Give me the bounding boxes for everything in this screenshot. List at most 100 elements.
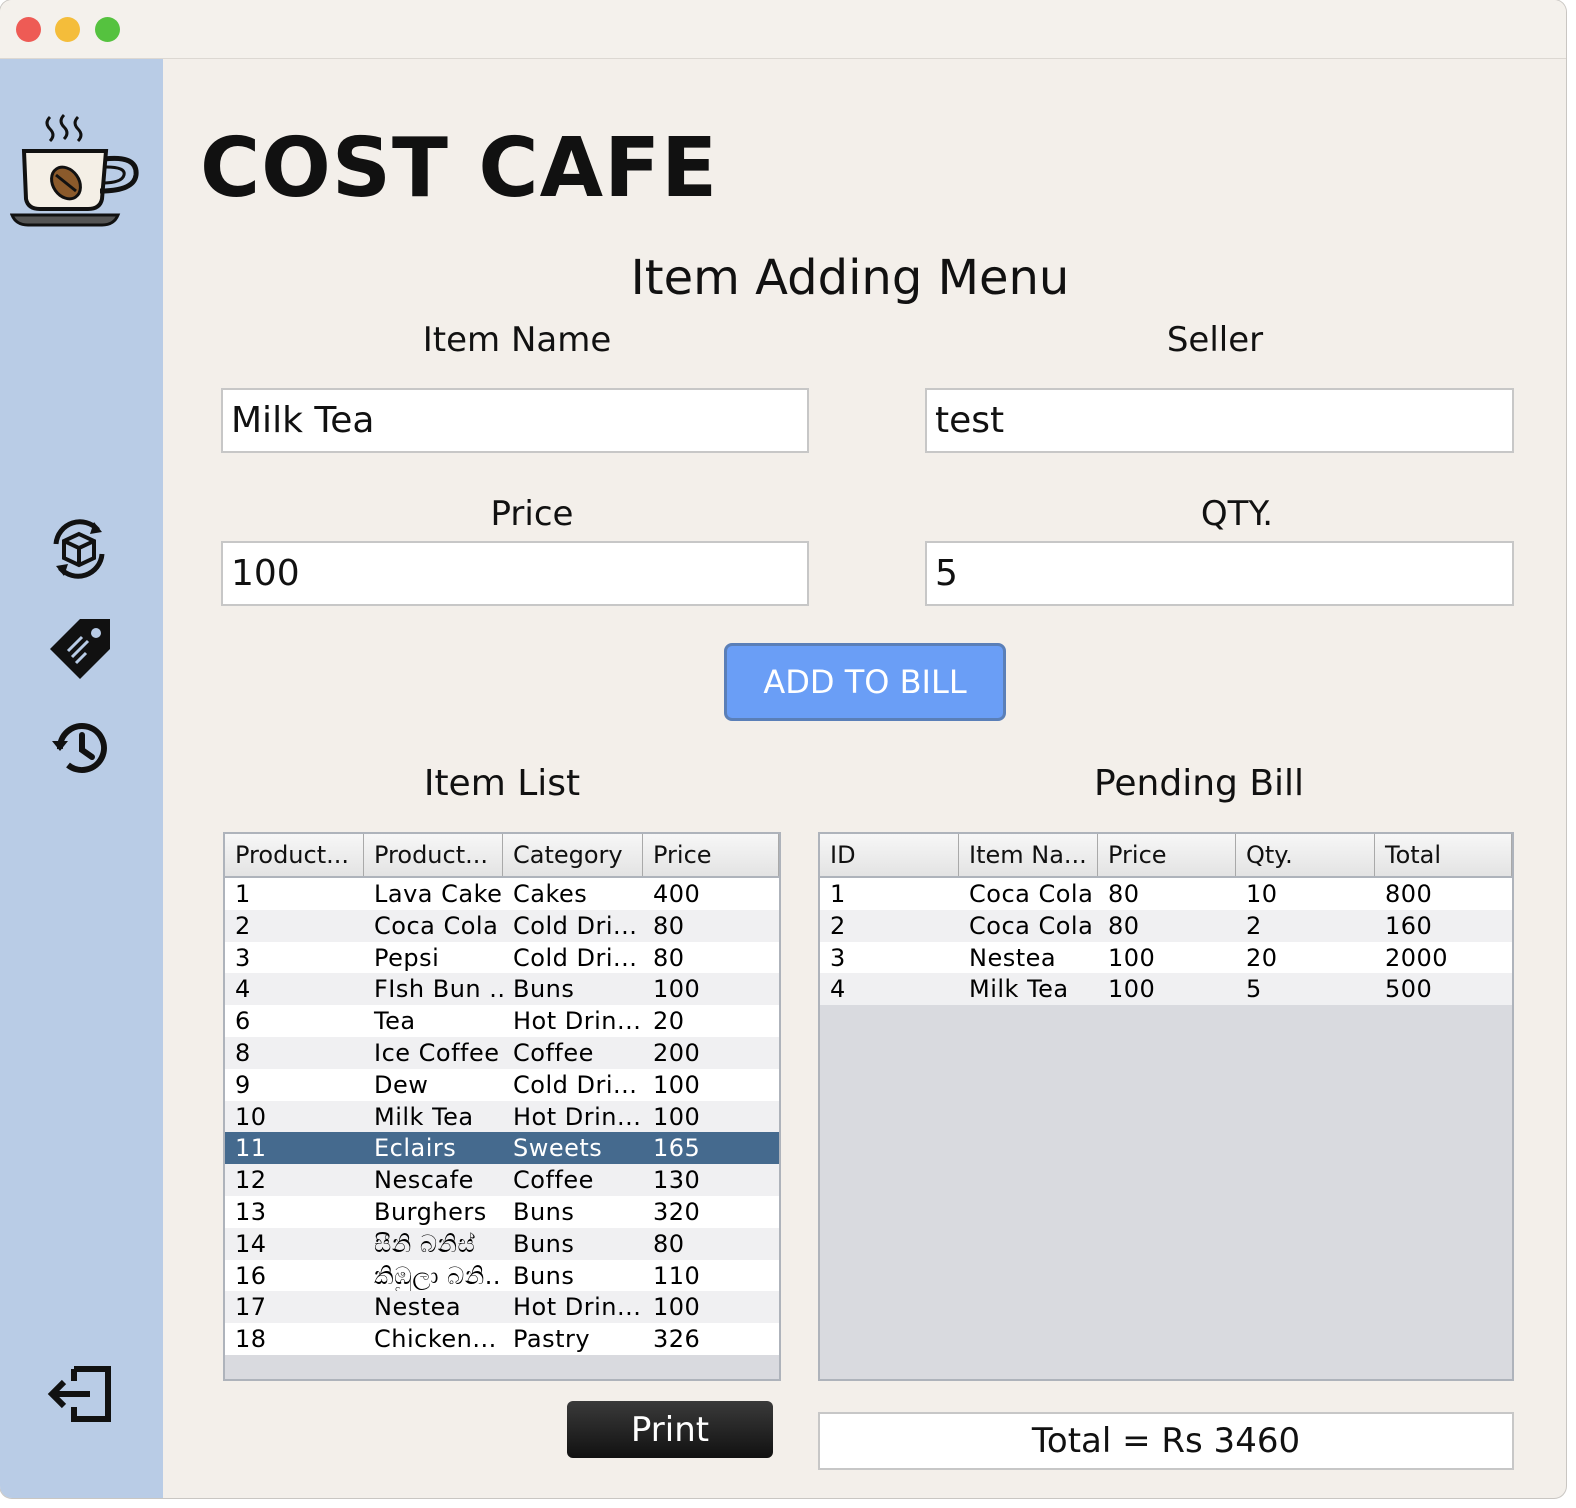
price-label: Price [490, 494, 574, 534]
table-cell: 400 [653, 880, 701, 908]
table-row[interactable]: 2 Coca Cola Cold Dri... 80 [225, 909, 779, 942]
table-cell: Chicken... [374, 1325, 497, 1354]
table-cell: 200 [653, 1038, 701, 1067]
table-cell: 1 [830, 880, 846, 908]
table-row[interactable]: 18 Chicken... Pastry 326 [225, 1323, 779, 1355]
close-window-button[interactable] [16, 17, 41, 42]
table-row[interactable]: 8 Ice Coffee Coffee 200 [225, 1036, 779, 1069]
table-cell: 5 [1246, 975, 1262, 1004]
table-cell: 80 [1108, 911, 1140, 940]
column-header[interactable]: Total [1375, 834, 1512, 876]
table-cell: Buns [513, 1261, 575, 1290]
minimize-window-button[interactable] [55, 17, 80, 42]
table-row[interactable]: 9 Dew Cold Dri... 100 [225, 1068, 779, 1101]
sidebar [0, 59, 163, 1498]
table-cell: Ice Coffee [374, 1038, 500, 1067]
app-window: COST CAFE Item Adding Menu Item Name Sel… [0, 0, 1566, 1498]
table-cell: 80 [653, 911, 685, 940]
table-cell: 3 [235, 943, 251, 972]
table-cell: Eclairs [374, 1134, 457, 1163]
column-header[interactable]: Product... [225, 834, 364, 876]
table-cell: Nescafe [374, 1166, 474, 1195]
table-cell: 4 [235, 975, 251, 1004]
table-cell: 2000 [1385, 943, 1449, 972]
column-header[interactable]: ID [820, 834, 959, 876]
table-row[interactable]: 16 කිඹුලා බනි... Buns 110 [225, 1259, 779, 1292]
table-row[interactable]: 4 FIsh Bun ... Buns 100 [225, 973, 779, 1006]
table-cell: 160 [1385, 911, 1433, 940]
table-cell: 130 [653, 1166, 701, 1195]
table-cell: Coca Cola [969, 911, 1094, 940]
column-header[interactable]: Qty. [1236, 834, 1375, 876]
table-cell: 2 [1246, 911, 1262, 940]
table-row[interactable]: 13 Burghers Buns 320 [225, 1195, 779, 1228]
print-button[interactable]: Print [567, 1401, 773, 1458]
table-cell: 17 [235, 1293, 267, 1322]
item-list-body: 1 Lava Cake Cakes 400 2 Coca Cola Cold Dri... 8… [225, 878, 779, 1355]
column-header[interactable]: Price [1098, 834, 1236, 876]
table-row[interactable]: 6 Tea Hot Drin... 20 [225, 1005, 779, 1037]
coffee-cup-logo-icon [10, 113, 139, 227]
table-cell: Lava Cake [374, 880, 503, 908]
table-cell: 100 [653, 975, 701, 1004]
table-cell: Coca Cola [374, 911, 499, 940]
column-header[interactable]: Category [503, 834, 643, 876]
table-cell: 16 [235, 1261, 267, 1290]
table-row[interactable]: 1 Coca Cola 80 10 800 [820, 878, 1512, 910]
package-refresh-icon[interactable] [46, 516, 112, 582]
table-row[interactable]: 1 Lava Cake Cakes 400 [225, 878, 779, 910]
table-cell: Hot Drin... [513, 1007, 642, 1036]
table-cell: Cold Dri... [513, 911, 638, 940]
table-cell: 4 [830, 975, 846, 1004]
bill-total: Total = Rs 3460 [818, 1412, 1514, 1470]
logout-icon[interactable] [46, 1365, 114, 1423]
seller-input[interactable] [925, 388, 1514, 453]
table-row[interactable]: 11 Eclairs Sweets 165 [225, 1132, 779, 1165]
price-input[interactable] [221, 541, 809, 606]
table-row[interactable]: 17 Nestea Hot Drin... 100 [225, 1291, 779, 1324]
table-row[interactable]: 3 Nestea 100 20 2000 [820, 941, 1512, 974]
pending-bill-body: 1 Coca Cola 80 10 800 2 Coca Cola 80 2 160 3 Nestea… [820, 878, 1512, 1006]
item-list-table[interactable]: Product... Product... Category Price 1 La… [223, 832, 781, 1381]
seller-label: Seller [1166, 320, 1264, 360]
item-name-input[interactable] [221, 388, 809, 453]
table-row[interactable]: 2 Coca Cola 80 2 160 [820, 909, 1512, 942]
table-cell: Milk Tea [374, 1102, 474, 1131]
table-cell: Milk Tea [969, 975, 1069, 1004]
table-row[interactable]: 12 Nescafe Coffee 130 [225, 1164, 779, 1196]
pending-bill-header: ID Item Na... Price Qty. Total [820, 834, 1512, 878]
table-cell: 1 [235, 880, 251, 908]
table-cell: 2 [235, 911, 251, 940]
table-cell: 100 [1108, 975, 1156, 1004]
table-row[interactable]: 10 Milk Tea Hot Drin... 100 [225, 1100, 779, 1133]
column-header[interactable]: Product... [364, 834, 503, 876]
table-cell: Burghers [374, 1197, 487, 1226]
table-cell: 20 [1246, 943, 1278, 972]
brand-title: COST CAFE [200, 121, 719, 216]
table-row[interactable]: 3 Pepsi Cold Dri... 80 [225, 941, 779, 974]
pending-bill-heading: Pending Bill [1093, 763, 1305, 804]
table-cell: 6 [235, 1007, 251, 1036]
column-header[interactable]: Price [643, 834, 779, 876]
table-cell: Pepsi [374, 943, 440, 972]
table-row[interactable]: 4 Milk Tea 100 5 500 [820, 973, 1512, 1006]
history-icon[interactable] [50, 721, 110, 777]
table-cell: 110 [653, 1261, 701, 1290]
table-cell: Cold Dri... [513, 1070, 638, 1099]
table-cell: 14 [235, 1229, 267, 1258]
table-cell: 18 [235, 1325, 267, 1354]
maximize-window-button[interactable] [95, 17, 120, 42]
table-cell: 800 [1385, 880, 1433, 908]
pending-bill-table[interactable]: ID Item Na... Price Qty. Total 1 Coca Col… [818, 832, 1514, 1381]
table-row[interactable]: 14 සීනි බනිස් Buns 80 [225, 1227, 779, 1260]
column-header[interactable]: Item Na... [959, 834, 1098, 876]
table-cell: 100 [1108, 943, 1156, 972]
qty-input[interactable] [925, 541, 1514, 606]
table-cell: 80 [653, 943, 685, 972]
add-to-bill-button[interactable]: ADD TO BILL [724, 643, 1006, 721]
table-cell: 100 [653, 1102, 701, 1131]
table-cell: Buns [513, 1197, 575, 1226]
table-cell: Coca Cola [969, 880, 1094, 908]
table-cell: Pastry [513, 1325, 591, 1354]
price-tag-icon[interactable] [46, 615, 114, 683]
